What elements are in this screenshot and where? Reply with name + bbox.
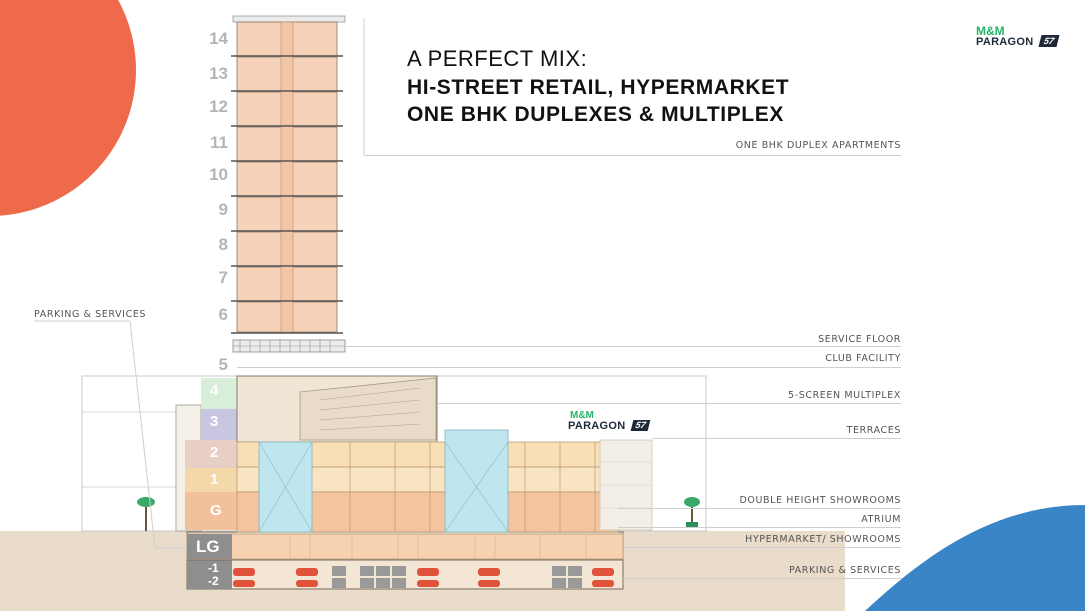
headline-line-2: HI-STREET RETAIL, HYPERMARKET xyxy=(407,76,790,99)
floor-number-b1: -1 xyxy=(208,561,219,575)
floor-number-4: 4 xyxy=(210,382,219,399)
slide: 14 13 12 11 10 9 8 7 6 5 4 3 2 1 G LG -1… xyxy=(0,0,1085,611)
label-hypermarket: HYPERMARKET/ SHOWROOMS xyxy=(745,534,901,545)
label-terraces: TERRACES xyxy=(846,425,901,436)
floor-number-13: 13 xyxy=(209,64,228,83)
rule-hypermarket xyxy=(623,547,901,548)
floor-number-11: 11 xyxy=(210,133,228,152)
logo-number: 57 xyxy=(1038,35,1060,47)
rule-double-height xyxy=(618,508,901,509)
label-parking-services-left: PARKING & SERVICES xyxy=(34,309,147,320)
label-double-height-showrooms: DOUBLE HEIGHT SHOWROOMS xyxy=(739,495,901,506)
floor-number-7: 7 xyxy=(218,268,228,287)
label-parking-services: PARKING & SERVICES xyxy=(788,565,901,576)
label-club-facility: CLUB FACILITY xyxy=(825,353,901,364)
floor-number-6: 6 xyxy=(218,305,228,324)
floor-number-3: 3 xyxy=(210,413,219,430)
tower-roof xyxy=(232,15,346,23)
rule-service-floor xyxy=(345,346,901,347)
floor-number-1: 1 xyxy=(210,471,219,488)
rule-parking xyxy=(623,578,901,579)
atrium-right xyxy=(444,429,509,533)
palm-tree-right xyxy=(684,497,700,528)
label-atrium: ATRIUM xyxy=(861,514,901,525)
building-logo-name: PARAGON xyxy=(568,420,626,432)
rule-multiplex xyxy=(437,403,901,404)
lg-floor-band xyxy=(186,533,624,560)
floor-number-g: G xyxy=(210,502,222,519)
floor-number-2: 2 xyxy=(210,444,219,461)
rule-atrium xyxy=(618,527,901,528)
floor-number-12: 12 xyxy=(209,97,228,116)
floor-number-lg: LG xyxy=(196,537,220,556)
headline-line-1: A PERFECT MIX: xyxy=(407,46,588,71)
floor-number-8: 8 xyxy=(218,235,228,254)
floor-number-5: 5 xyxy=(218,355,228,374)
label-multiplex: 5-SCREEN MULTIPLEX xyxy=(788,390,901,401)
label-duplex-apartments: ONE BHK DUPLEX APARTMENTS xyxy=(735,140,901,151)
label-service-floor: SERVICE FLOOR xyxy=(818,334,901,345)
floor-number-10: 10 xyxy=(209,165,228,184)
logo-name: PARAGON xyxy=(976,36,1034,48)
building-logo-number: 57 xyxy=(630,420,651,431)
floor-number-b2: -2 xyxy=(208,574,219,588)
rule-duplex xyxy=(364,155,901,156)
floor-number-9: 9 xyxy=(218,200,228,219)
rule-club-facility xyxy=(237,367,901,368)
headline-line-3: ONE BHK DUPLEXES & MULTIPLEX xyxy=(407,103,784,126)
rule-terraces xyxy=(652,438,901,439)
floor-number-14: 14 xyxy=(209,29,228,48)
